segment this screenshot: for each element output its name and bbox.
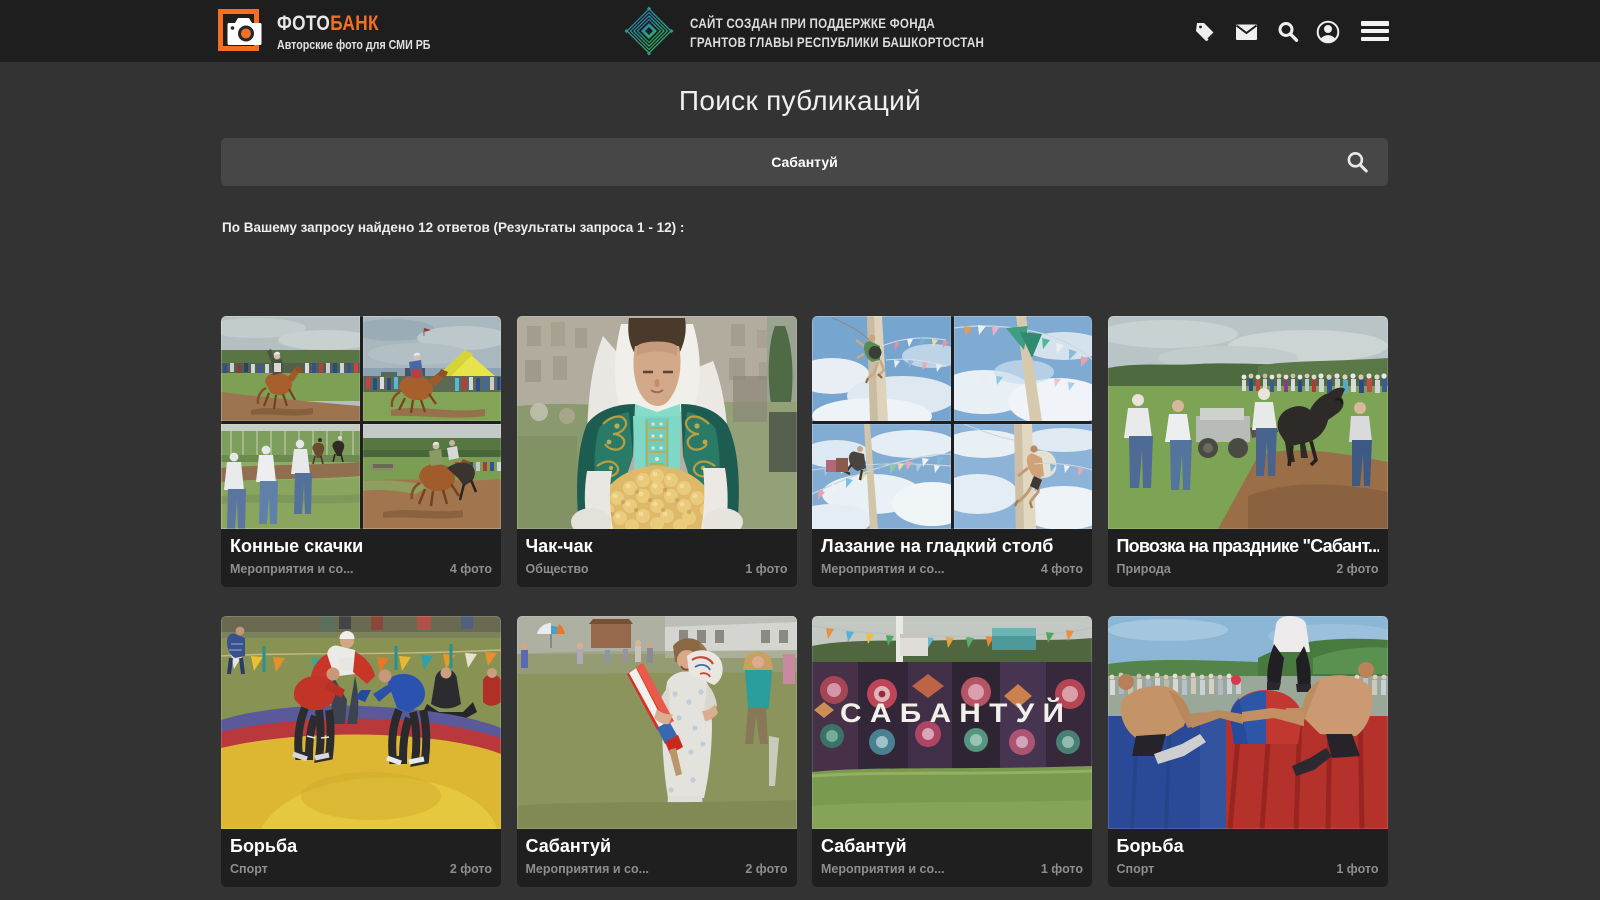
svg-text:С А Б А Н Т У Й: С А Б А Н Т У Й bbox=[840, 697, 1064, 728]
